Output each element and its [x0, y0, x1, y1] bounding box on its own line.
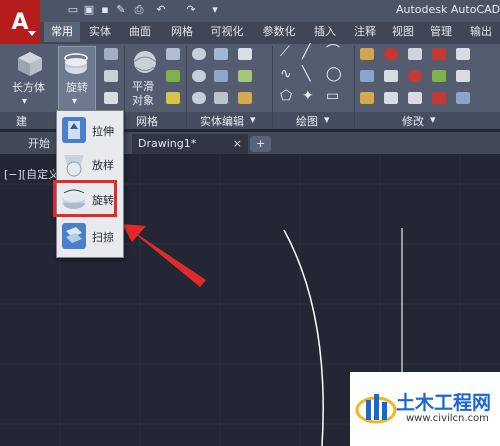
- tab-visualize[interactable]: 可视化: [206, 22, 248, 42]
- menu-item-extrude[interactable]: 拉伸: [58, 114, 120, 146]
- polyline-icon[interactable]: ⟋: [280, 45, 290, 59]
- redo-icon[interactable]: ↷: [184, 3, 198, 17]
- revolve-label: 旋转: [66, 81, 88, 94]
- watermark-url: www.civilcn.com: [406, 413, 489, 424]
- trim-icon[interactable]: [432, 48, 446, 60]
- line-icon[interactable]: ╱: [302, 45, 310, 59]
- tab-parametric[interactable]: 参数化: [258, 22, 300, 42]
- highlight-box: [53, 180, 117, 217]
- panel-title-solid-edit[interactable]: 实体编辑: [200, 113, 244, 129]
- smooth-object-icon[interactable]: [130, 48, 160, 78]
- tab-solid[interactable]: 实体: [84, 22, 116, 42]
- revolve-dropdown-icon[interactable]: ▾: [72, 96, 77, 108]
- mirror-icon[interactable]: [408, 48, 422, 60]
- array-icon[interactable]: [432, 70, 446, 82]
- box-label: 长方体: [12, 81, 45, 94]
- erase-icon[interactable]: [384, 92, 398, 104]
- slice-icon[interactable]: [214, 70, 228, 82]
- doc-tab-drawing-label: Drawing1*: [138, 137, 197, 150]
- close-icon[interactable]: ×: [233, 134, 242, 154]
- menu-item-label: 扫掠: [92, 231, 114, 244]
- box-dropdown-icon[interactable]: ▾: [22, 96, 27, 108]
- tab-mesh[interactable]: 网格: [166, 22, 198, 42]
- intersect-icon[interactable]: [192, 92, 206, 104]
- tab-annotate[interactable]: 注释: [350, 22, 380, 42]
- move-icon[interactable]: [360, 48, 374, 60]
- polysolid-icon[interactable]: [104, 70, 118, 82]
- open-icon[interactable]: ▣: [82, 3, 96, 17]
- union-icon[interactable]: [192, 48, 206, 60]
- circle-icon[interactable]: ◯: [326, 67, 342, 81]
- menu-item-label: 放样: [92, 159, 114, 172]
- arc-icon[interactable]: ⌒: [326, 45, 340, 59]
- rotate-icon[interactable]: [384, 48, 398, 60]
- sweep-icon: [62, 223, 86, 249]
- box-icon[interactable]: [12, 48, 46, 78]
- watermark-logo-icon: [355, 394, 397, 424]
- draw-dropdown-icon[interactable]: ▾: [324, 113, 330, 126]
- offset-icon[interactable]: [408, 70, 422, 82]
- mesh-crease-icon[interactable]: [166, 92, 180, 104]
- menu-item-sweep[interactable]: 扫掠: [58, 220, 120, 252]
- copy-icon[interactable]: [360, 70, 374, 82]
- undo-icon[interactable]: ↶: [154, 3, 168, 17]
- save-icon[interactable]: ▪: [98, 3, 112, 17]
- app-title: Autodesk AutoCAD: [396, 3, 500, 16]
- spline-icon[interactable]: ∿: [280, 67, 292, 81]
- panel-title-modify[interactable]: 修改: [402, 113, 424, 129]
- polygon-icon[interactable]: ⬠: [280, 89, 292, 103]
- more-icon[interactable]: ▾: [208, 3, 222, 17]
- explode-icon[interactable]: [408, 92, 422, 104]
- stretch-icon[interactable]: [360, 92, 374, 104]
- menu-item-label: 拉伸: [92, 125, 114, 138]
- doc-tab-start[interactable]: 开始: [22, 134, 56, 154]
- doc-tab-drawing[interactable]: Drawing1* ×: [132, 134, 248, 154]
- shell-icon[interactable]: [238, 92, 252, 104]
- region-icon[interactable]: ▭: [326, 89, 339, 103]
- new-tab-button[interactable]: +: [250, 136, 272, 152]
- fillet-icon[interactable]: [456, 48, 470, 60]
- watermark-name: 土木工程网: [396, 392, 492, 414]
- saveas-icon[interactable]: ✎: [114, 3, 128, 17]
- subtract-icon[interactable]: [192, 70, 206, 82]
- print-icon[interactable]: ⎙: [132, 3, 146, 17]
- app-logo: A: [11, 9, 29, 35]
- panel-title-draw[interactable]: 绘图: [296, 113, 318, 129]
- scale-icon[interactable]: [384, 70, 398, 82]
- break-icon[interactable]: [432, 92, 446, 104]
- revolve-icon: [62, 50, 90, 78]
- xline-icon[interactable]: ╲: [302, 67, 310, 81]
- point-icon[interactable]: ✦: [302, 89, 314, 103]
- extrude-icon: [62, 117, 86, 143]
- join-icon[interactable]: [456, 92, 470, 104]
- smooth-label-2: 对象: [132, 94, 154, 107]
- new-icon[interactable]: ▭: [66, 3, 80, 17]
- sweep-small-icon[interactable]: [104, 92, 118, 104]
- tab-view[interactable]: 视图: [388, 22, 418, 42]
- tab-insert[interactable]: 插入: [310, 22, 340, 42]
- modify-dropdown-icon[interactable]: ▾: [430, 113, 436, 126]
- mesh-edit-icon[interactable]: [166, 48, 180, 60]
- tab-home[interactable]: 常用: [44, 22, 80, 42]
- thicken-icon[interactable]: [214, 92, 228, 104]
- panel-title-mesh: 网格: [136, 115, 158, 128]
- panel-title-modeling: 建: [16, 115, 27, 128]
- chamfer-icon[interactable]: [456, 70, 470, 82]
- mesh-refine-icon[interactable]: [166, 70, 180, 82]
- interfere-icon[interactable]: [214, 48, 228, 60]
- solid-edit-dropdown-icon[interactable]: ▾: [250, 113, 256, 126]
- tab-manage[interactable]: 管理: [426, 22, 456, 42]
- loft-icon: [62, 151, 86, 177]
- smooth-label-1: 平滑: [132, 80, 154, 93]
- application-menu-button[interactable]: A: [0, 0, 40, 44]
- tab-surface[interactable]: 曲面: [124, 22, 156, 42]
- viewport-controls-label[interactable]: [−][自定义: [4, 166, 59, 182]
- imprint-icon[interactable]: [238, 70, 252, 82]
- extract-edges-icon[interactable]: [238, 48, 252, 60]
- tab-output[interactable]: 输出: [466, 22, 496, 42]
- menu-item-loft[interactable]: 放样: [58, 148, 120, 180]
- presspull-icon[interactable]: [104, 48, 118, 60]
